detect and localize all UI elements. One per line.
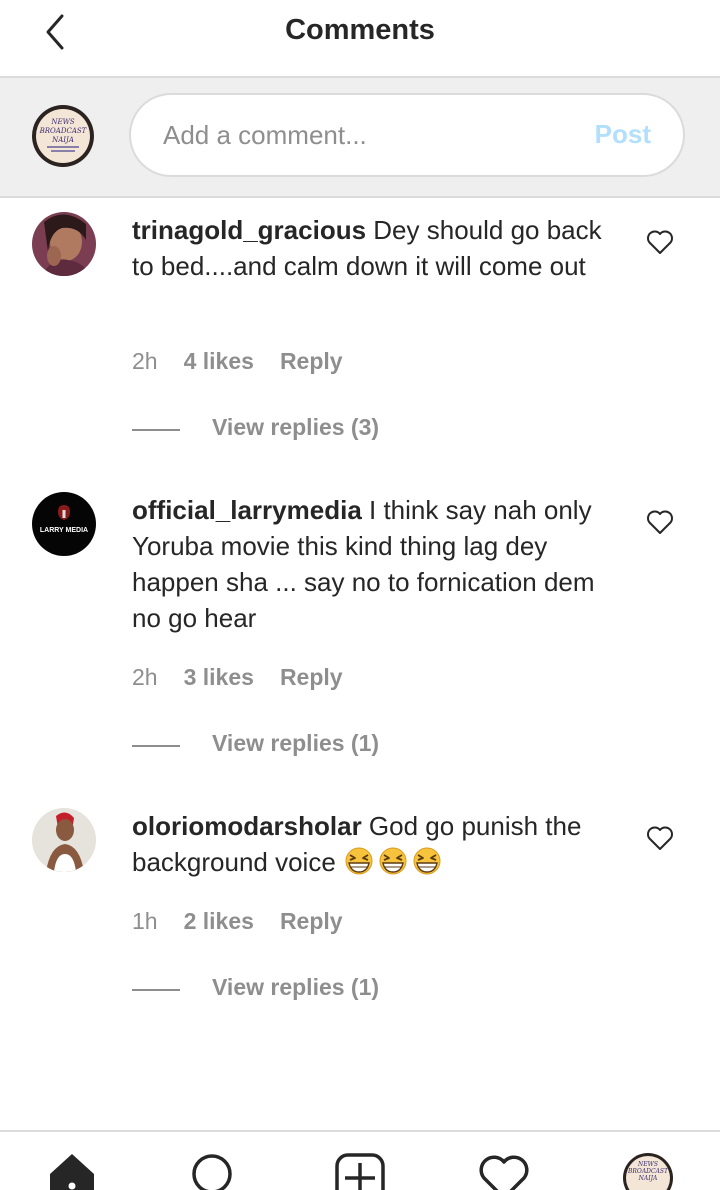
avatar[interactable]: NEWS BROADCAST NAIJA — [31, 104, 95, 168]
svg-text:NAIJA: NAIJA — [51, 136, 74, 144]
avatar[interactable]: LARRY MEDIA — [32, 492, 96, 556]
replies-divider — [132, 745, 180, 747]
comment-body: official_larrymedia I think say nah only… — [132, 492, 622, 636]
comment-input-box[interactable]: Post — [129, 93, 685, 177]
comment-meta: 2h 4 likes Reply — [132, 348, 369, 378]
svg-text:NEWS: NEWS — [50, 118, 74, 126]
comment-time: 1h — [132, 908, 158, 934]
reply-button[interactable]: Reply — [280, 664, 343, 690]
heart-icon[interactable] — [646, 825, 674, 851]
likes-count[interactable]: 4 likes — [184, 348, 254, 374]
reply-button[interactable]: Reply — [280, 348, 343, 374]
bottom-nav: NEWS BROADCAST NAIJA — [0, 1130, 720, 1190]
view-replies-label[interactable]: View replies (1) — [212, 730, 379, 757]
grinning-squinting-face-icon — [379, 847, 407, 875]
grinning-squinting-face-icon — [345, 847, 373, 875]
comment-username[interactable]: official_larrymedia — [132, 495, 362, 525]
avatar[interactable] — [32, 808, 96, 872]
view-replies-label[interactable]: View replies (3) — [212, 414, 379, 441]
grinning-squinting-face-icon — [413, 847, 441, 875]
comment-meta: 1h 2 likes Reply — [132, 908, 369, 938]
comment-composer: NEWS BROADCAST NAIJA Post — [0, 78, 720, 198]
comment-input[interactable] — [163, 115, 563, 155]
svg-text:BROADCAST: BROADCAST — [627, 1168, 669, 1175]
likes-count[interactable]: 3 likes — [184, 664, 254, 690]
likes-count[interactable]: 2 likes — [184, 908, 254, 934]
add-post-icon[interactable] — [334, 1152, 386, 1190]
avatar[interactable] — [32, 212, 96, 276]
comment-meta: 2h 3 likes Reply — [132, 664, 369, 694]
search-icon[interactable] — [186, 1152, 238, 1190]
svg-text:NEWS: NEWS — [637, 1161, 658, 1168]
profile-avatar[interactable]: NEWS BROADCAST NAIJA — [622, 1152, 674, 1190]
comment-username[interactable]: oloriomodarsholar — [132, 811, 362, 841]
heart-icon[interactable] — [646, 509, 674, 535]
comment-body: trinagold_gracious Dey should go back to… — [132, 212, 622, 284]
comment-username[interactable]: trinagold_gracious — [132, 215, 366, 245]
header-bar: Comments — [0, 0, 720, 78]
comment-time: 2h — [132, 664, 158, 690]
svg-text:LARRY MEDIA: LARRY MEDIA — [40, 527, 88, 534]
comment-body: oloriomodarsholar God go punish the back… — [132, 808, 622, 880]
svg-text:NAIJA: NAIJA — [638, 1175, 658, 1182]
home-icon[interactable] — [46, 1152, 98, 1190]
comment-time: 2h — [132, 348, 158, 374]
activity-heart-icon[interactable] — [478, 1152, 530, 1190]
reply-button[interactable]: Reply — [280, 908, 343, 934]
replies-divider — [132, 989, 180, 991]
view-replies-label[interactable]: View replies (1) — [212, 974, 379, 1001]
post-button[interactable]: Post — [595, 119, 651, 150]
page-title: Comments — [285, 14, 435, 46]
heart-icon[interactable] — [646, 229, 674, 255]
replies-divider — [132, 429, 180, 431]
svg-text:BROADCAST: BROADCAST — [39, 127, 88, 135]
